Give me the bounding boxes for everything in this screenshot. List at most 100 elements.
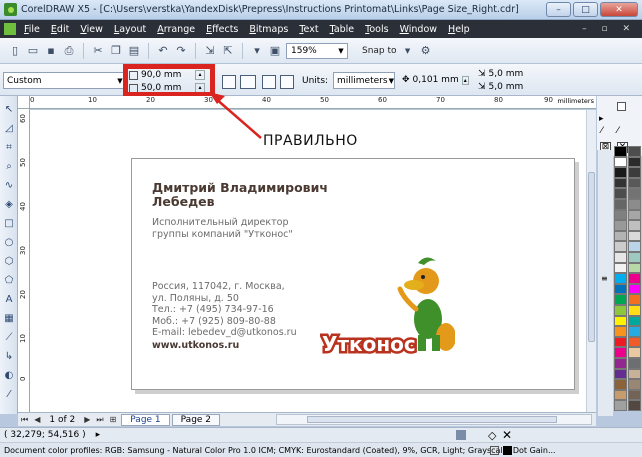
freehand-tool-icon[interactable]: ∿ (2, 178, 16, 192)
text-tool-icon[interactable]: A (2, 292, 16, 306)
chevron-down-icon[interactable]: ▼ (401, 44, 415, 58)
pen-icon[interactable]: ⁄ (617, 126, 619, 136)
crop-tool-icon[interactable]: ⌗ (2, 140, 16, 154)
units-select[interactable]: millimeters ▼ (333, 72, 395, 89)
last-page-icon[interactable]: ⏭ (96, 415, 103, 425)
paste-icon[interactable]: ▤ (127, 44, 141, 58)
color-swatch[interactable] (628, 156, 641, 168)
document-color-profiles[interactable]: Document color profiles: RGB: Samsung - … (4, 446, 556, 455)
color-swatch[interactable] (614, 368, 627, 380)
shape-tool-icon[interactable]: ◿ (2, 121, 16, 135)
redo-icon[interactable]: ↷ (174, 44, 188, 58)
color-palette[interactable] (614, 146, 642, 416)
color-swatch[interactable] (614, 230, 627, 242)
open-icon[interactable]: ▭ (26, 44, 40, 58)
fill-indicator-icon[interactable]: ◇ (488, 429, 496, 442)
color-swatch[interactable] (614, 188, 627, 199)
horizontal-ruler[interactable]: 0 10 20 30 40 50 60 70 80 90 millimeters (30, 96, 596, 109)
color-swatch[interactable] (628, 230, 641, 242)
color-swatch[interactable] (614, 199, 627, 210)
nudge-distance-field[interactable]: ✥ 0,101 mm ▴ (402, 75, 469, 85)
color-proof-icon[interactable] (456, 430, 466, 440)
portrait-icon[interactable] (222, 75, 236, 89)
color-swatch[interactable] (614, 220, 627, 231)
previous-page-icon[interactable]: ◀ (34, 415, 40, 424)
docker-handle-icon[interactable]: ≡ (601, 274, 608, 283)
docker-strip[interactable]: ≡ (597, 150, 613, 416)
color-swatch[interactable] (614, 156, 627, 168)
menu-bitmaps[interactable]: Bitmaps (249, 24, 288, 35)
menu-text[interactable]: Text (299, 24, 318, 35)
close-button[interactable]: ✕ (600, 2, 638, 17)
menu-arrange[interactable]: Arrange (157, 24, 195, 35)
color-swatch[interactable] (614, 347, 627, 358)
pick-tool-icon[interactable]: ↖ (2, 102, 16, 116)
duplicate-x-field[interactable]: ⇲ 5,0 mm (478, 69, 523, 79)
color-swatch[interactable] (614, 177, 627, 189)
export-icon[interactable]: ⇱ (221, 44, 235, 58)
color-swatch[interactable] (628, 273, 641, 284)
horizontal-scrollbar[interactable] (276, 414, 592, 425)
cut-icon[interactable]: ✂ (91, 44, 105, 58)
eyedropper-icon[interactable]: ⁄ (2, 387, 16, 401)
color-swatch[interactable] (614, 167, 627, 178)
horizontal-scroll-thumb[interactable] (307, 416, 557, 423)
color-swatch[interactable] (628, 389, 641, 401)
color-swatch[interactable] (614, 400, 627, 411)
color-swatch[interactable] (614, 241, 627, 252)
menu-layout[interactable]: Layout (114, 24, 146, 35)
color-swatch[interactable] (628, 177, 641, 189)
color-swatch[interactable] (614, 273, 627, 284)
tab-page-2[interactable]: Page 2 (171, 413, 221, 426)
status-arrow-icon[interactable]: ▸ (96, 430, 101, 440)
minimize-button[interactable]: – (546, 2, 571, 17)
add-page-icon[interactable]: ⊞ (110, 415, 117, 424)
zoom-level-select[interactable]: 159% ▼ (286, 42, 348, 59)
menu-help[interactable]: Help (448, 24, 470, 35)
import-icon[interactable]: ⇲ (203, 44, 217, 58)
nudge-spinner[interactable]: ▴ (461, 75, 469, 85)
menu-file[interactable]: File (24, 24, 40, 35)
business-card[interactable]: Дмитрий Владимирович Лебедев Исполнитель… (131, 158, 575, 390)
color-swatch[interactable] (614, 209, 627, 221)
options-icon[interactable]: ⚙ (419, 44, 433, 58)
eyedropper-icon[interactable]: ⁄ (601, 126, 603, 136)
first-page-icon[interactable]: ⏮ (21, 415, 28, 425)
color-swatch[interactable] (628, 326, 641, 337)
save-icon[interactable]: ▪ (44, 44, 58, 58)
duplicate-y-field[interactable]: ⇲ 5,0 mm (478, 82, 523, 92)
current-page-icon[interactable] (280, 75, 294, 89)
connector-tool-icon[interactable]: ↳ (2, 349, 16, 363)
color-swatch[interactable] (614, 326, 627, 337)
undo-icon[interactable]: ↶ (156, 44, 170, 58)
menu-tools[interactable]: Tools (365, 24, 388, 35)
color-swatch[interactable] (614, 294, 627, 305)
color-swatch[interactable] (628, 146, 641, 157)
vertical-ruler[interactable]: 60 50 40 30 20 10 0 (18, 109, 30, 412)
color-swatch[interactable] (628, 315, 641, 327)
smart-fill-icon[interactable]: ◈ (2, 197, 16, 211)
document-window-controls[interactable]: – ▫ ✕ (582, 24, 636, 34)
dimension-tool-icon[interactable]: ⟋ (2, 330, 16, 344)
color-swatch[interactable] (628, 400, 641, 411)
menu-view[interactable]: View (80, 24, 103, 35)
table-tool-icon[interactable]: ▦ (2, 311, 16, 325)
color-swatch[interactable] (628, 358, 641, 369)
ellipse-tool-icon[interactable]: ○ (2, 235, 16, 249)
snap-to-dropdown[interactable]: Snap to (362, 46, 397, 56)
color-swatch[interactable] (614, 283, 627, 295)
application-launcher-icon[interactable]: ▾ (250, 44, 264, 58)
docker-icon[interactable] (617, 102, 626, 111)
color-swatch[interactable] (628, 241, 641, 252)
color-swatch[interactable] (628, 347, 641, 358)
welcome-screen-icon[interactable]: ▣ (268, 44, 282, 58)
fill-swatch-icon[interactable] (490, 445, 499, 455)
color-swatch[interactable] (628, 305, 641, 316)
zoom-tool-icon[interactable]: ⌕ (2, 159, 16, 173)
color-swatch[interactable] (628, 220, 641, 231)
color-swatch[interactable] (614, 252, 627, 263)
vertical-scrollbar[interactable] (586, 110, 596, 412)
landscape-icon[interactable] (240, 75, 256, 89)
color-swatch[interactable] (628, 209, 641, 221)
color-swatch[interactable] (628, 262, 641, 274)
